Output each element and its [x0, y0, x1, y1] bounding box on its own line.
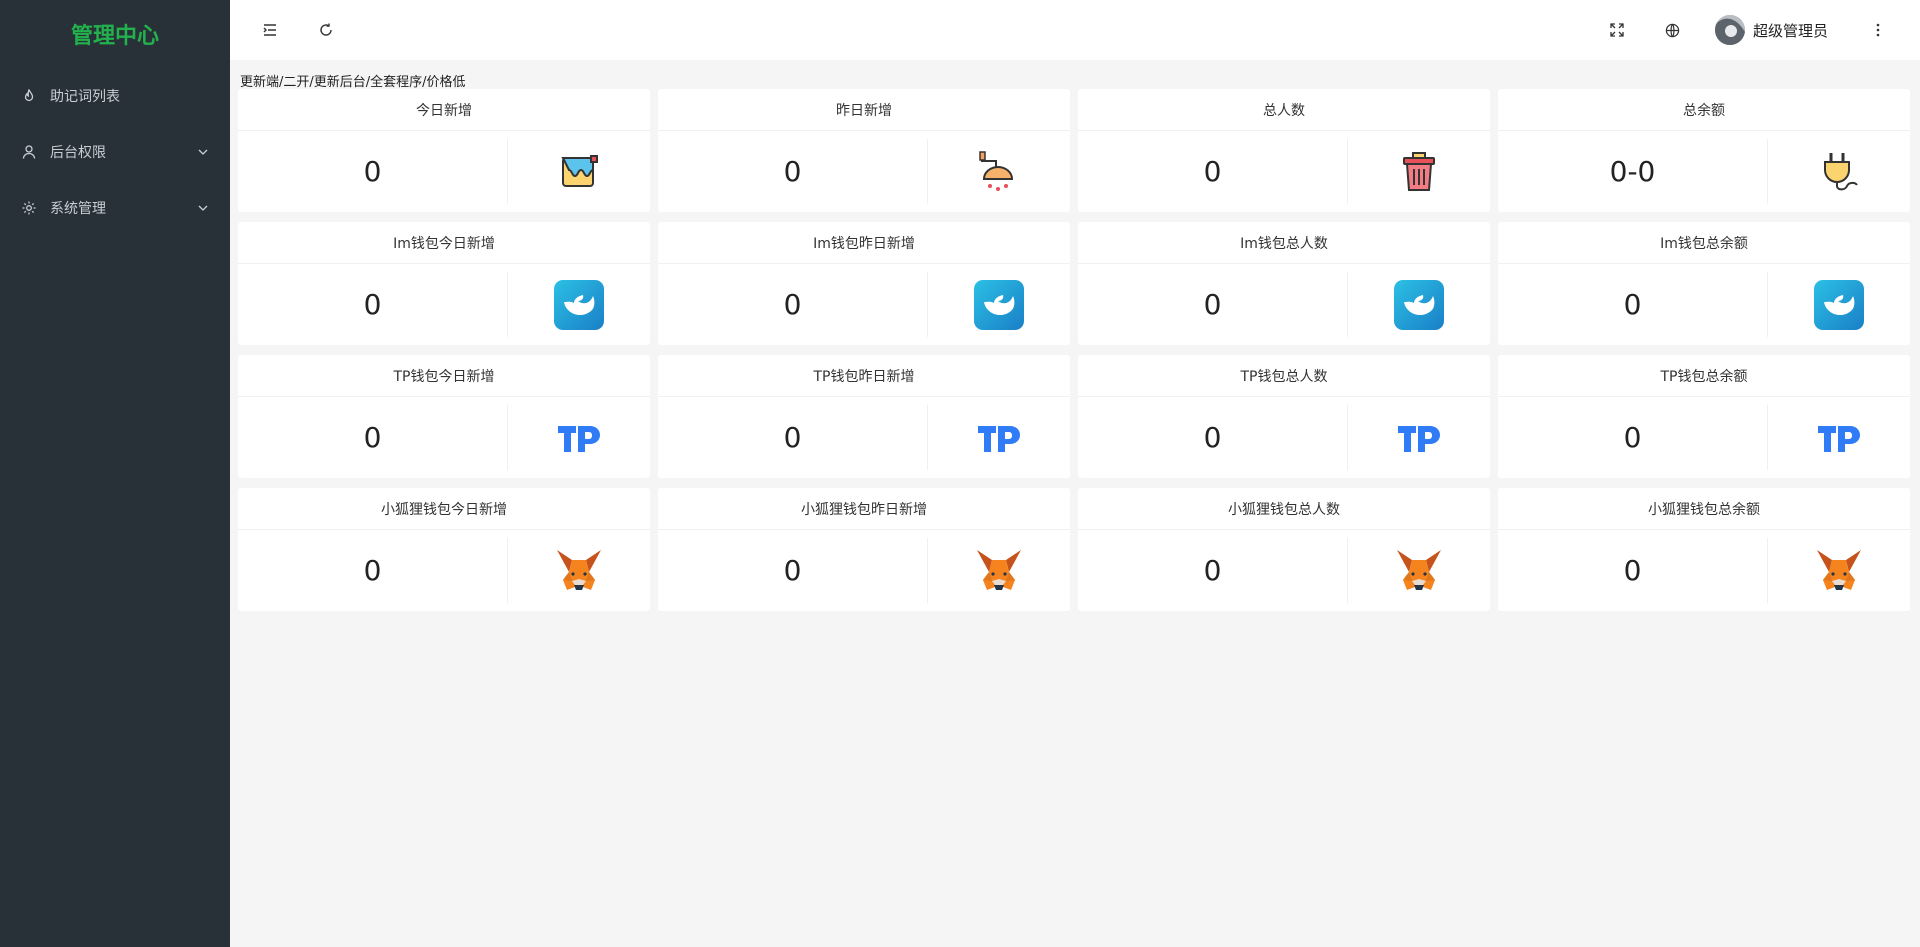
paint-bucket-icon: [554, 147, 604, 197]
metamask-fox-icon: [974, 546, 1024, 596]
language-button[interactable]: [1645, 0, 1701, 60]
card-value: 0: [1498, 405, 1768, 470]
sidebar-item-admin-permissions[interactable]: 后台权限: [0, 124, 230, 180]
tp-wallet-icon: [974, 413, 1024, 463]
imtoken-icon: [974, 279, 1024, 330]
card-title: 小狐狸钱包今日新增: [238, 488, 650, 530]
notice-text: 更新端/二开/更新后台/全套程序/价格低: [240, 75, 466, 90]
card-title: TP钱包总余额: [1498, 355, 1910, 397]
card-title: Im钱包总余额: [1498, 222, 1910, 264]
menu-toggle-button[interactable]: [242, 0, 298, 60]
more-vertical-icon: [1876, 23, 1880, 37]
stat-card: 总人数 0: [1078, 89, 1490, 212]
stat-card: TP钱包昨日新增 0: [658, 355, 1070, 478]
sidebar-item-label: 系统管理: [50, 201, 106, 217]
fire-icon: [20, 87, 38, 105]
card-value: 0: [1078, 538, 1348, 603]
card-title: Im钱包今日新增: [238, 222, 650, 264]
card-title: TP钱包今日新增: [238, 355, 650, 397]
brand-title: 管理中心: [70, 24, 159, 49]
card-value: 0: [1498, 538, 1768, 603]
card-title: 小狐狸钱包昨日新增: [658, 488, 1070, 530]
sidebar-item-label: 后台权限: [50, 145, 106, 161]
sidebar-item-system-management[interactable]: 系统管理: [0, 180, 230, 236]
user-icon: [20, 143, 38, 161]
stat-card: Im钱包今日新增 0: [238, 222, 650, 345]
stat-card: Im钱包昨日新增 0: [658, 222, 1070, 345]
refresh-button[interactable]: [298, 0, 354, 60]
stat-card: TP钱包总人数 0: [1078, 355, 1490, 478]
imtoken-icon: [1394, 279, 1444, 330]
stat-card: 小狐狸钱包总余额 0: [1498, 488, 1910, 611]
card-value: 0: [238, 538, 508, 603]
card-title: TP钱包总人数: [1078, 355, 1490, 397]
sidebar-item-mnemonic-list[interactable]: 助记词列表: [0, 68, 230, 124]
card-title: Im钱包总人数: [1078, 222, 1490, 264]
chevron-down-icon: [196, 145, 210, 159]
card-title: TP钱包昨日新增: [658, 355, 1070, 397]
stat-card: 昨日新增 0: [658, 89, 1070, 212]
tp-wallet-icon: [554, 413, 604, 463]
user-menu[interactable]: 超级管理员: [1701, 0, 1850, 60]
stat-card: Im钱包总余额 0: [1498, 222, 1910, 345]
stat-card: 总余额 0-0: [1498, 89, 1910, 212]
sidebar-item-label: 助记词列表: [50, 89, 120, 105]
stat-card: 今日新增 0: [238, 89, 650, 212]
gear-icon: [20, 199, 38, 217]
stat-card: 小狐狸钱包总人数 0: [1078, 488, 1490, 611]
card-title: Im钱包昨日新增: [658, 222, 1070, 264]
globe-icon: [1666, 23, 1680, 37]
refresh-icon: [320, 23, 332, 36]
card-value: 0: [1078, 272, 1348, 337]
card-value: 0: [238, 405, 508, 470]
stats-grid: 今日新增 0 昨日新增 0 总人数 0 总余额 0-0 Im钱包今日新增 0 I…: [238, 89, 1910, 611]
fullscreen-button[interactable]: [1589, 0, 1645, 60]
tp-wallet-icon: [1394, 413, 1444, 463]
card-value: 0: [1078, 405, 1348, 470]
sidebar: 管理中心 助记词列表 后台权限 系统管理: [0, 0, 230, 947]
card-title: 今日新增: [238, 89, 650, 131]
card-value: 0: [1498, 272, 1768, 337]
chevron-down-icon: [196, 201, 210, 215]
trash-can-icon: [1394, 147, 1444, 197]
card-value: 0: [658, 272, 928, 337]
card-title: 小狐狸钱包总余额: [1498, 488, 1910, 530]
fullscreen-icon: [1610, 23, 1624, 37]
card-title: 昨日新增: [658, 89, 1070, 131]
metamask-fox-icon: [554, 546, 604, 596]
card-title: 总余额: [1498, 89, 1910, 131]
tp-wallet-icon: [1814, 413, 1864, 463]
avatar: [1714, 15, 1745, 45]
card-title: 小狐狸钱包总人数: [1078, 488, 1490, 530]
card-value: 0: [658, 139, 928, 204]
top-header: 超级管理员: [230, 0, 1920, 60]
card-value: 0: [238, 139, 508, 204]
menu-fold-icon: [263, 24, 276, 36]
user-name: 超级管理员: [1752, 21, 1828, 40]
stat-card: TP钱包总余额 0: [1498, 355, 1910, 478]
more-options-button[interactable]: [1850, 0, 1906, 60]
card-value: 0: [238, 272, 508, 337]
card-value: 0: [658, 405, 928, 470]
metamask-fox-icon: [1814, 546, 1864, 596]
stat-card: 小狐狸钱包今日新增 0: [238, 488, 650, 611]
stat-card: 小狐狸钱包昨日新增 0: [658, 488, 1070, 611]
card-value: 0: [1078, 139, 1348, 204]
card-value: 0-0: [1498, 139, 1768, 204]
metamask-fox-icon: [1394, 546, 1444, 596]
imtoken-icon: [1814, 279, 1864, 330]
stat-card: Im钱包总人数 0: [1078, 222, 1490, 345]
shower-icon: [974, 147, 1024, 197]
stat-card: TP钱包今日新增 0: [238, 355, 650, 478]
card-value: 0: [658, 538, 928, 603]
imtoken-icon: [554, 279, 604, 330]
plug-icon: [1814, 147, 1864, 197]
card-title: 总人数: [1078, 89, 1490, 131]
